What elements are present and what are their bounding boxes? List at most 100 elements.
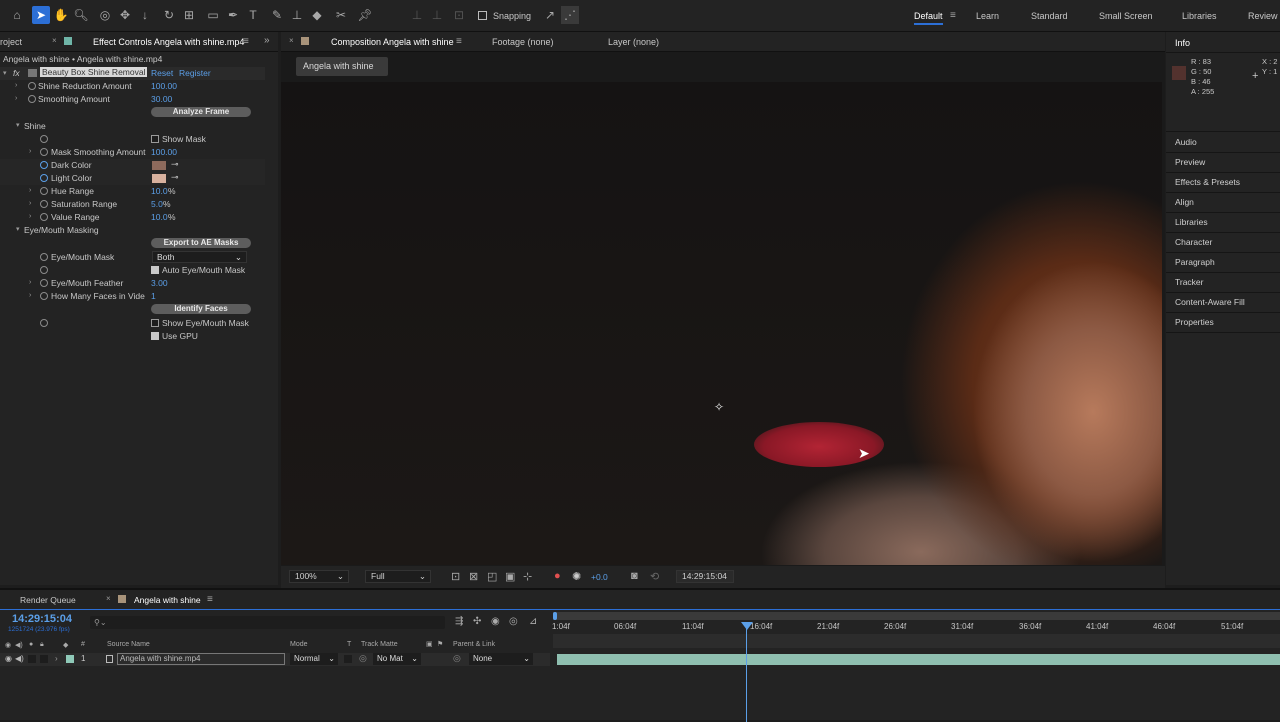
matte-pickwhip-icon[interactable]: ◎ bbox=[359, 653, 367, 664]
close-tab-icon[interactable]: × bbox=[52, 36, 57, 45]
expand-icon[interactable]: › bbox=[55, 654, 58, 663]
snap-features-icon[interactable]: ⋰ bbox=[561, 6, 579, 24]
local-axis-icon[interactable]: ⊥ bbox=[408, 6, 426, 24]
reset-link[interactable]: Reset bbox=[151, 68, 173, 78]
label-icon[interactable]: ◆ bbox=[63, 641, 68, 649]
expand-icon[interactable]: › bbox=[29, 213, 31, 220]
expand-icon[interactable]: › bbox=[29, 200, 31, 207]
layer-label-color[interactable] bbox=[66, 655, 74, 663]
panel-tracker[interactable]: Tracker bbox=[1175, 277, 1204, 287]
panel-menu-icon[interactable]: ≡ bbox=[456, 36, 462, 47]
dark-color-swatch[interactable] bbox=[152, 161, 166, 170]
layer-duration-bar[interactable] bbox=[557, 654, 1280, 665]
lock-toggle[interactable] bbox=[40, 655, 48, 663]
expand-icon[interactable]: › bbox=[15, 95, 17, 102]
workspace-libraries[interactable]: Libraries bbox=[1182, 11, 1217, 21]
mask-visibility-icon[interactable]: ◰ bbox=[487, 570, 497, 583]
expand-icon[interactable]: › bbox=[29, 279, 31, 286]
panel-menu-icon[interactable]: ≡ bbox=[243, 36, 249, 47]
close-tab-icon[interactable]: × bbox=[106, 594, 111, 603]
use-gpu-checkbox[interactable] bbox=[151, 332, 159, 340]
workspace-default[interactable]: Default bbox=[914, 11, 943, 25]
register-link[interactable]: Register bbox=[179, 68, 211, 78]
panel-align[interactable]: Align bbox=[1175, 197, 1194, 207]
track-matte-select[interactable]: No Mat ⌄ bbox=[373, 653, 421, 665]
fast-previews-icon[interactable]: ⊡ bbox=[451, 570, 460, 583]
feather-value[interactable]: 3.00 bbox=[151, 278, 168, 288]
snapping-checkbox[interactable] bbox=[478, 11, 487, 20]
comp-mini-flowchart-icon[interactable]: ⇶ bbox=[455, 616, 463, 627]
eyedropper-icon[interactable]: ⊸ bbox=[171, 172, 179, 183]
dolly-tool-icon[interactable]: ↓ bbox=[136, 6, 154, 24]
analyze-frame-button[interactable]: Analyze Frame bbox=[151, 107, 251, 117]
close-tab-icon[interactable]: × bbox=[289, 36, 294, 45]
transparency-grid-icon[interactable]: ⊠ bbox=[469, 570, 478, 583]
audio-icon[interactable]: ◀) bbox=[15, 654, 24, 663]
brush-tool-icon[interactable]: ✎ bbox=[268, 6, 286, 24]
expand-icon[interactable]: › bbox=[29, 148, 31, 155]
pan-tool-icon[interactable]: ✥ bbox=[116, 6, 134, 24]
anchor-point-icon[interactable]: ✧ bbox=[714, 400, 724, 414]
type-tool-icon[interactable]: T bbox=[244, 6, 262, 24]
show-snapshot-icon[interactable]: ⟲ bbox=[650, 570, 659, 583]
lock-icon[interactable]: 🔒︎ bbox=[40, 641, 44, 649]
saturation-range-value[interactable]: 5.0 bbox=[151, 199, 163, 209]
tab-footage[interactable]: Footage (none) bbox=[492, 37, 554, 47]
color-management-icon[interactable]: ✺ bbox=[572, 570, 581, 583]
export-masks-button[interactable]: Export to AE Masks bbox=[151, 238, 251, 248]
timeline-timecode[interactable]: 14:29:15:04 bbox=[12, 613, 72, 625]
layer-name[interactable]: Angela with shine.mp4 bbox=[117, 653, 285, 665]
view-axis-icon[interactable]: ⊡ bbox=[450, 6, 468, 24]
stopwatch-icon[interactable] bbox=[40, 174, 48, 182]
draft-3d-icon[interactable]: ✣ bbox=[473, 616, 481, 627]
rotate-tool-icon[interactable]: ↻ bbox=[160, 6, 178, 24]
audio-icon[interactable]: ◀) bbox=[15, 641, 23, 649]
smoothing-value[interactable]: 30.00 bbox=[151, 94, 172, 104]
tab-timeline-comp[interactable]: Angela with shine bbox=[134, 595, 201, 605]
composition-breadcrumb[interactable]: Angela with shine bbox=[296, 57, 388, 76]
magnification-select[interactable]: 100% ⌄ bbox=[289, 570, 349, 583]
workspace-small-screen[interactable]: Small Screen bbox=[1099, 11, 1153, 21]
workspace-standard[interactable]: Standard bbox=[1031, 11, 1068, 21]
show-eye-mouth-checkbox[interactable] bbox=[151, 319, 159, 327]
solo-icon[interactable]: ● bbox=[29, 641, 33, 648]
col-source-name[interactable]: Source Name bbox=[107, 641, 150, 648]
shine-reduction-value[interactable]: 100.00 bbox=[151, 81, 177, 91]
identify-faces-button[interactable]: Identify Faces bbox=[151, 304, 251, 314]
workspace-review[interactable]: Review bbox=[1248, 11, 1278, 21]
stopwatch-icon[interactable] bbox=[40, 200, 48, 208]
collapse-icon[interactable]: ▾ bbox=[16, 121, 20, 129]
pen-tool-icon[interactable]: ✒ bbox=[224, 6, 242, 24]
stopwatch-icon[interactable] bbox=[40, 148, 48, 156]
workspace-learn[interactable]: Learn bbox=[976, 11, 999, 21]
expand-icon[interactable]: › bbox=[29, 292, 31, 299]
zoom-tool-icon[interactable]: 🔍︎ bbox=[72, 6, 90, 24]
faces-value[interactable]: 1 bbox=[151, 291, 156, 301]
stopwatch-icon[interactable] bbox=[40, 292, 48, 300]
current-time-display[interactable]: 14:29:15:04 bbox=[676, 570, 734, 583]
video-visibility-icon[interactable]: ◉ bbox=[5, 654, 12, 663]
stopwatch-icon[interactable] bbox=[28, 95, 36, 103]
tab-effect-controls[interactable]: Effect Controls Angela with shine.mp4 bbox=[93, 37, 244, 47]
stopwatch-icon[interactable] bbox=[40, 213, 48, 221]
roto-brush-icon[interactable]: ✂ bbox=[332, 6, 350, 24]
rectangle-tool-icon[interactable]: ▭ bbox=[204, 6, 222, 24]
panel-character[interactable]: Character bbox=[1175, 237, 1212, 247]
snap-edges-icon[interactable]: ↗ bbox=[541, 6, 559, 24]
eye-mouth-group-label[interactable]: Eye/Mouth Masking bbox=[24, 225, 99, 235]
eraser-tool-icon[interactable]: ◆ bbox=[308, 6, 326, 24]
show-mask-checkbox[interactable] bbox=[151, 135, 159, 143]
overflow-icon[interactable]: » bbox=[264, 35, 270, 46]
stopwatch-icon[interactable] bbox=[40, 253, 48, 261]
stopwatch-icon[interactable] bbox=[40, 279, 48, 287]
preserve-transparency-toggle[interactable] bbox=[344, 655, 352, 663]
panel-menu-icon[interactable]: ≡ bbox=[207, 594, 213, 605]
workspace-menu-icon[interactable]: ≡ bbox=[950, 10, 956, 21]
hand-tool-icon[interactable]: ✋ bbox=[52, 6, 70, 24]
home-icon[interactable]: ⌂ bbox=[8, 6, 26, 24]
hue-range-value[interactable]: 10.0 bbox=[151, 186, 168, 196]
resolution-select[interactable]: Full ⌄ bbox=[365, 570, 431, 583]
region-interest-icon[interactable]: ▣ bbox=[505, 570, 515, 583]
stopwatch-icon[interactable] bbox=[40, 161, 48, 169]
expand-icon[interactable]: › bbox=[29, 187, 31, 194]
